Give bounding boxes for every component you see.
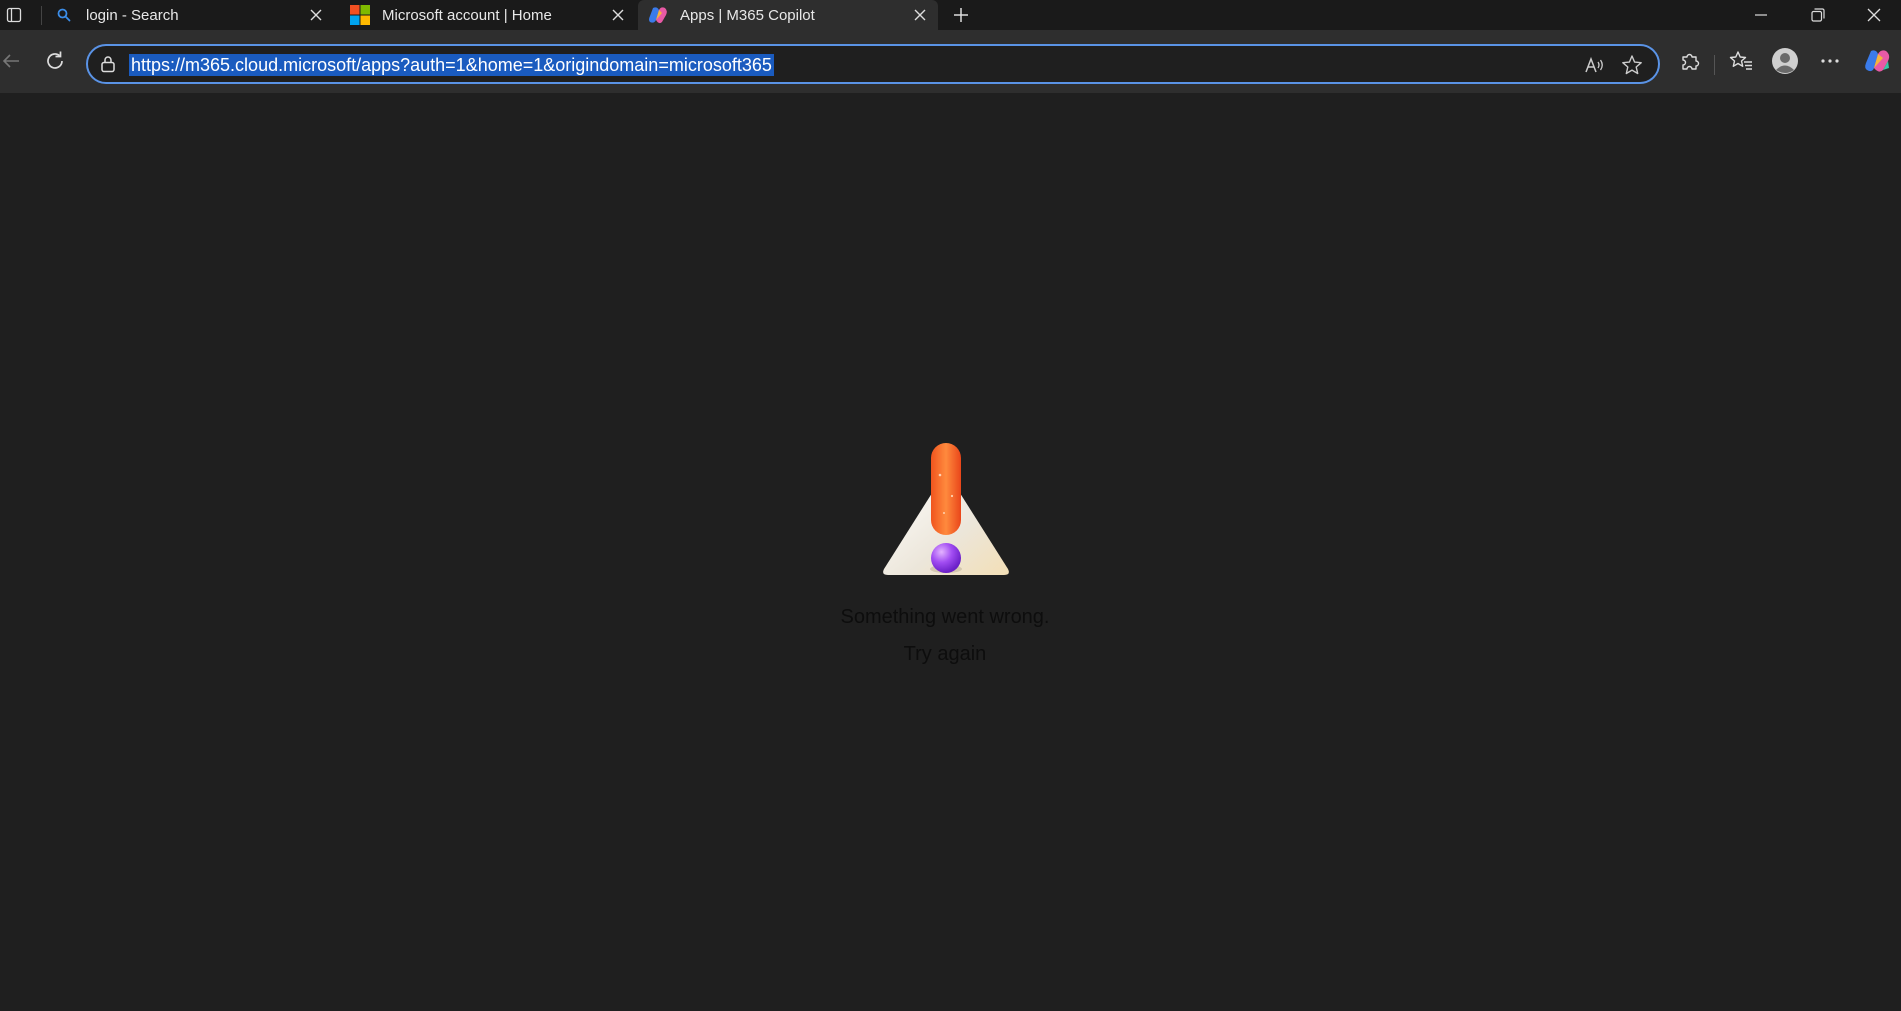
tab-title: Microsoft account | Home (382, 6, 552, 24)
tab-separator (41, 6, 42, 25)
tab-title: Apps | M365 Copilot (680, 6, 815, 24)
plus-icon (954, 8, 968, 22)
back-button[interactable] (0, 44, 28, 78)
try-again-button[interactable]: Try again (904, 643, 987, 665)
microsoft-logo-icon (350, 5, 370, 25)
close-icon[interactable] (908, 3, 932, 27)
tab-apps-m365-copilot[interactable]: Apps | M365 Copilot (638, 0, 938, 30)
close-icon[interactable] (606, 3, 630, 27)
try-again-link: Try again (0, 643, 1890, 666)
address-bar[interactable]: https://m365.cloud.microsoft/apps?auth=1… (86, 44, 1660, 84)
copilot-button[interactable] (1861, 44, 1895, 78)
puzzle-icon (1682, 53, 1700, 70)
restore-icon (1811, 8, 1825, 22)
more-icon (1821, 59, 1839, 63)
error-message: Something went wrong. (840, 606, 1050, 628)
lock-icon[interactable] (98, 54, 118, 74)
refresh-icon (47, 51, 63, 69)
tab-login-search[interactable]: login - Search (44, 0, 334, 30)
minimize-icon (1755, 14, 1767, 16)
copilot-icon (648, 5, 668, 25)
arrow-left-icon (2, 54, 19, 68)
refresh-button[interactable] (38, 44, 72, 78)
restore-button[interactable] (1790, 0, 1846, 30)
avatar-icon (1772, 48, 1798, 74)
tab-actions-icon (6, 7, 22, 23)
browser-toolbar: https://m365.cloud.microsoft/apps?auth=1… (0, 30, 1901, 93)
close-icon[interactable] (304, 3, 328, 27)
favorites-icon (1729, 51, 1752, 70)
page-content: Something went wrong. Try again (0, 93, 1901, 1011)
warning-icon (883, 443, 1009, 575)
more-options-button[interactable] (1813, 44, 1847, 78)
url-text[interactable]: https://m365.cloud.microsoft/apps?auth=1… (129, 54, 774, 76)
copilot-icon (1865, 50, 1890, 72)
tab-actions-button[interactable] (0, 0, 28, 30)
close-icon (1867, 8, 1881, 22)
profile-button[interactable] (1768, 44, 1802, 78)
tab-microsoft-account[interactable]: Microsoft account | Home (340, 0, 636, 30)
search-icon (54, 5, 74, 25)
tab-strip: login - Search Microsoft account | Home (0, 0, 1901, 30)
tab-title: login - Search (86, 6, 179, 24)
extensions-button[interactable] (1673, 44, 1707, 78)
favorites-button[interactable] (1724, 44, 1758, 78)
toolbar-divider (1714, 55, 1715, 75)
minimize-button[interactable] (1733, 0, 1789, 30)
close-window-button[interactable] (1846, 0, 1901, 30)
new-tab-button[interactable] (948, 2, 974, 28)
star-icon[interactable] (1619, 52, 1645, 78)
read-aloud-icon[interactable] (1582, 52, 1608, 78)
